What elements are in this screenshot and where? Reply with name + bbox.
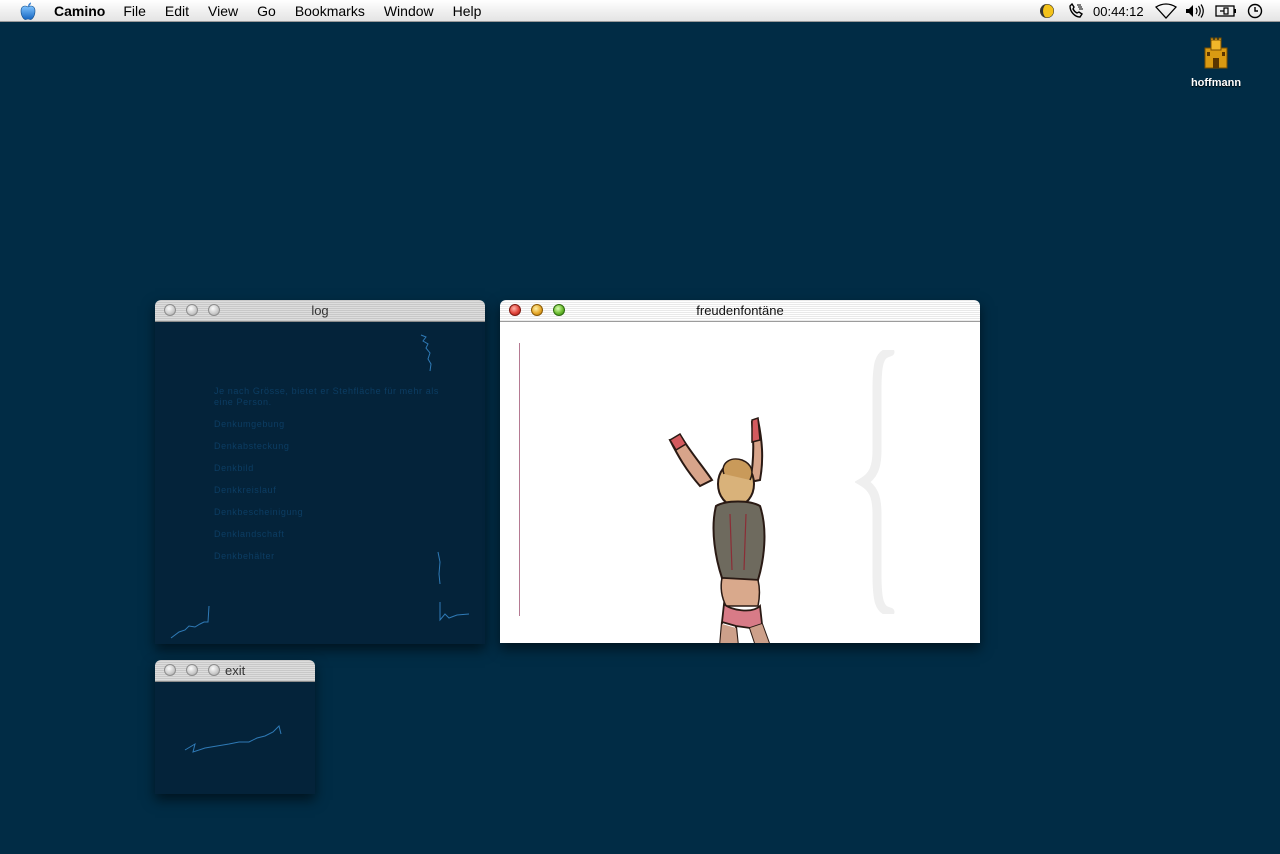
log-titlebar[interactable]: log [155,300,485,322]
log-intro-text: Je nach Grösse, bietet er Stehfläche für… [214,386,439,407]
exit-content [155,682,315,794]
log-content: Je nach Grösse, bietet er Stehfläche für… [155,322,485,644]
exit-minimize-button[interactable] [186,664,198,676]
exit-window: exit [155,660,315,794]
volume-icon[interactable] [1184,3,1206,19]
freudenfontaene-window-title: freudenfontäne [696,303,784,318]
exit-window-title: exit [225,663,246,678]
clock-icon[interactable] [1246,3,1264,19]
menu-bar: Camino File Edit View Go Bookmarks Windo… [0,0,1280,22]
log-window: log Je nach Grösse, bietet er Stehfläche… [155,300,485,644]
log-link-denkkreislauf[interactable]: Denkkreislauf [214,485,444,496]
scribble-top-right [420,334,432,372]
log-link-denkbild[interactable]: Denkbild [214,463,444,474]
menu-window[interactable]: Window [384,3,434,19]
log-link-denkbehaelter[interactable]: Denkbehälter [214,551,444,562]
log-window-title: log [311,303,329,318]
menu-help[interactable]: Help [453,3,482,19]
exit-scribble[interactable] [183,722,287,758]
menu-edit[interactable]: Edit [165,3,189,19]
castle-icon [1204,37,1228,69]
log-link-denkumgebung[interactable]: Denkumgebung [214,419,444,430]
wifi-icon[interactable] [1155,3,1177,19]
phone-icon[interactable] [1067,3,1085,19]
clock-text[interactable]: 00:44:12 [1093,4,1144,19]
menu-go[interactable]: Go [257,3,276,19]
menu-file[interactable]: File [123,3,146,19]
battery-icon[interactable] [1215,3,1237,19]
status-area: 00:44:12 [1030,0,1280,22]
freudenfontaene-window: freudenfontäne [500,300,980,643]
freudenfontaene-content [500,322,980,643]
apple-menu-icon[interactable] [18,1,38,21]
desktop-icon-label: hoffmann [1190,77,1242,89]
scribble-bottom-left [170,605,210,639]
dancing-woman-illustration [668,416,770,643]
brace-decoration [855,350,895,614]
exit-zoom-button[interactable] [208,664,220,676]
freudenfontaene-titlebar[interactable]: freudenfontäne [500,300,980,322]
exit-titlebar[interactable]: exit [155,660,315,682]
vertical-rule [519,343,520,616]
log-link-denkbescheinigung[interactable]: Denkbescheinigung [214,507,444,518]
log-link-list: Je nach Grösse, bietet er Stehfläche für… [214,386,444,573]
log-link-denklandschaft[interactable]: Denklandschaft [214,529,444,540]
menu-app-camino[interactable]: Camino [54,3,105,19]
scribble-bottom-right [437,551,470,622]
desktop-icon-hoffmann[interactable]: hoffmann [1186,36,1246,89]
menu-view[interactable]: View [208,3,238,19]
exit-close-button[interactable] [164,664,176,676]
log-link-denkabsteckung[interactable]: Denkabsteckung [214,441,444,452]
moon-icon[interactable] [1038,3,1056,19]
menu-bookmarks[interactable]: Bookmarks [295,3,365,19]
